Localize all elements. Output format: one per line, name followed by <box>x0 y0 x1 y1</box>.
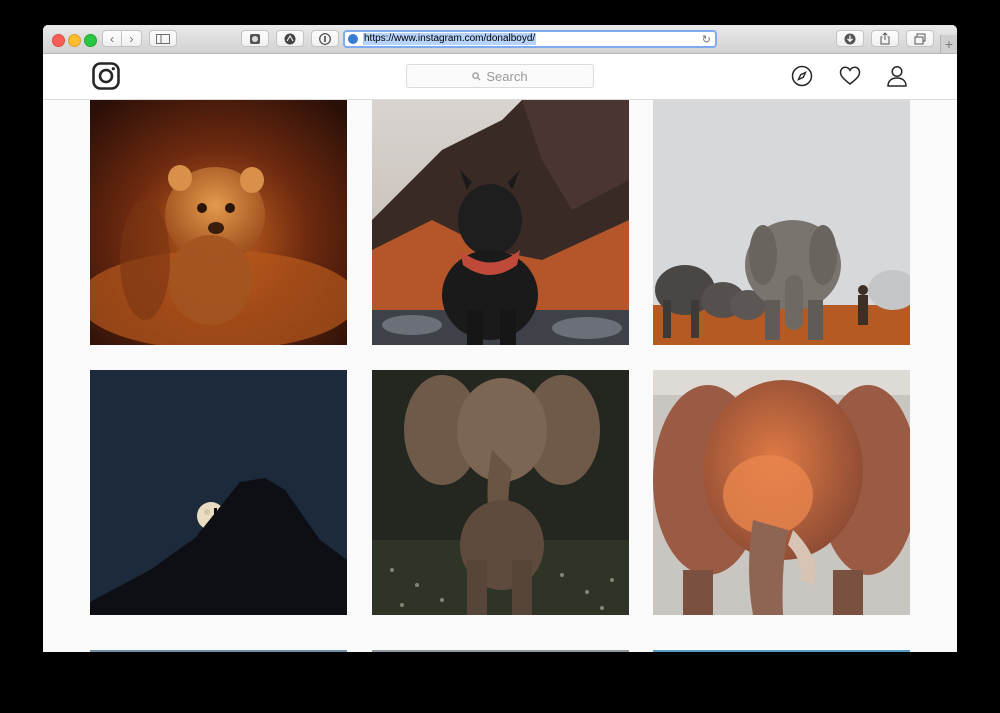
extension-button-1[interactable] <box>241 30 269 47</box>
address-url: https://www.instagram.com/donalboyd/ <box>363 33 537 45</box>
share-button[interactable] <box>871 30 899 47</box>
password-extension-button[interactable] <box>311 30 339 47</box>
chevron-right-icon: › <box>129 31 134 46</box>
post-thumbnail[interactable] <box>372 370 629 615</box>
password-icon <box>319 32 331 45</box>
reload-icon[interactable]: ↻ <box>702 33 711 46</box>
post-image-cheetah-cub <box>90 100 347 345</box>
downloads-button[interactable] <box>836 30 864 47</box>
instagram-header: Search <box>43 54 957 100</box>
extension-icon <box>284 33 296 44</box>
forward-button[interactable]: › <box>122 30 142 47</box>
sidebar-icon <box>156 33 170 44</box>
post-image-french-bulldog <box>372 100 629 345</box>
post-thumbnail[interactable] <box>372 100 629 345</box>
post-thumbnail[interactable] <box>90 370 347 615</box>
search-input[interactable]: Search <box>406 64 594 88</box>
post-image-elephant-dark <box>372 370 629 615</box>
new-tab-button[interactable]: + <box>940 35 957 53</box>
post-thumbnail[interactable] <box>653 650 910 652</box>
post-image-elephant-dust <box>653 370 910 615</box>
extension-button-2[interactable] <box>276 30 304 47</box>
instagram-logo-icon[interactable] <box>92 62 120 90</box>
zoom-window-button[interactable] <box>84 34 97 47</box>
post-thumbnail[interactable] <box>653 100 910 345</box>
browser-window: ‹ › https://www.instagram.com/donalboyd/… <box>43 25 957 652</box>
close-window-button[interactable] <box>52 34 65 47</box>
chevron-left-icon: ‹ <box>110 31 114 46</box>
browser-toolbar: ‹ › https://www.instagram.com/donalboyd/… <box>43 25 957 54</box>
search-placeholder: Search <box>486 68 528 84</box>
post-thumbnail[interactable] <box>90 100 347 345</box>
posts-grid <box>43 100 957 652</box>
person-icon[interactable] <box>886 65 908 87</box>
compass-icon[interactable] <box>791 65 813 87</box>
sidebar-toggle-button[interactable] <box>149 30 177 47</box>
minimize-window-button[interactable] <box>68 34 81 47</box>
search-icon <box>472 71 481 81</box>
download-icon <box>844 33 856 44</box>
globe-icon <box>348 34 358 44</box>
tab-overview-button[interactable] <box>906 30 934 47</box>
back-button[interactable]: ‹ <box>102 30 122 47</box>
post-image-elephant-herd <box>653 100 910 345</box>
heart-icon[interactable] <box>839 65 861 87</box>
extension-icon <box>250 33 260 44</box>
address-bar[interactable]: https://www.instagram.com/donalboyd/ ↻ <box>343 30 717 48</box>
plus-icon: + <box>944 36 954 52</box>
post-thumbnail[interactable] <box>653 370 910 615</box>
post-image-moon-over-mountain <box>90 370 347 615</box>
post-thumbnail[interactable] <box>90 650 347 652</box>
post-thumbnail[interactable] <box>372 650 629 652</box>
share-icon <box>880 32 890 45</box>
tabs-icon <box>914 33 926 44</box>
history-nav: ‹ › <box>102 30 142 47</box>
